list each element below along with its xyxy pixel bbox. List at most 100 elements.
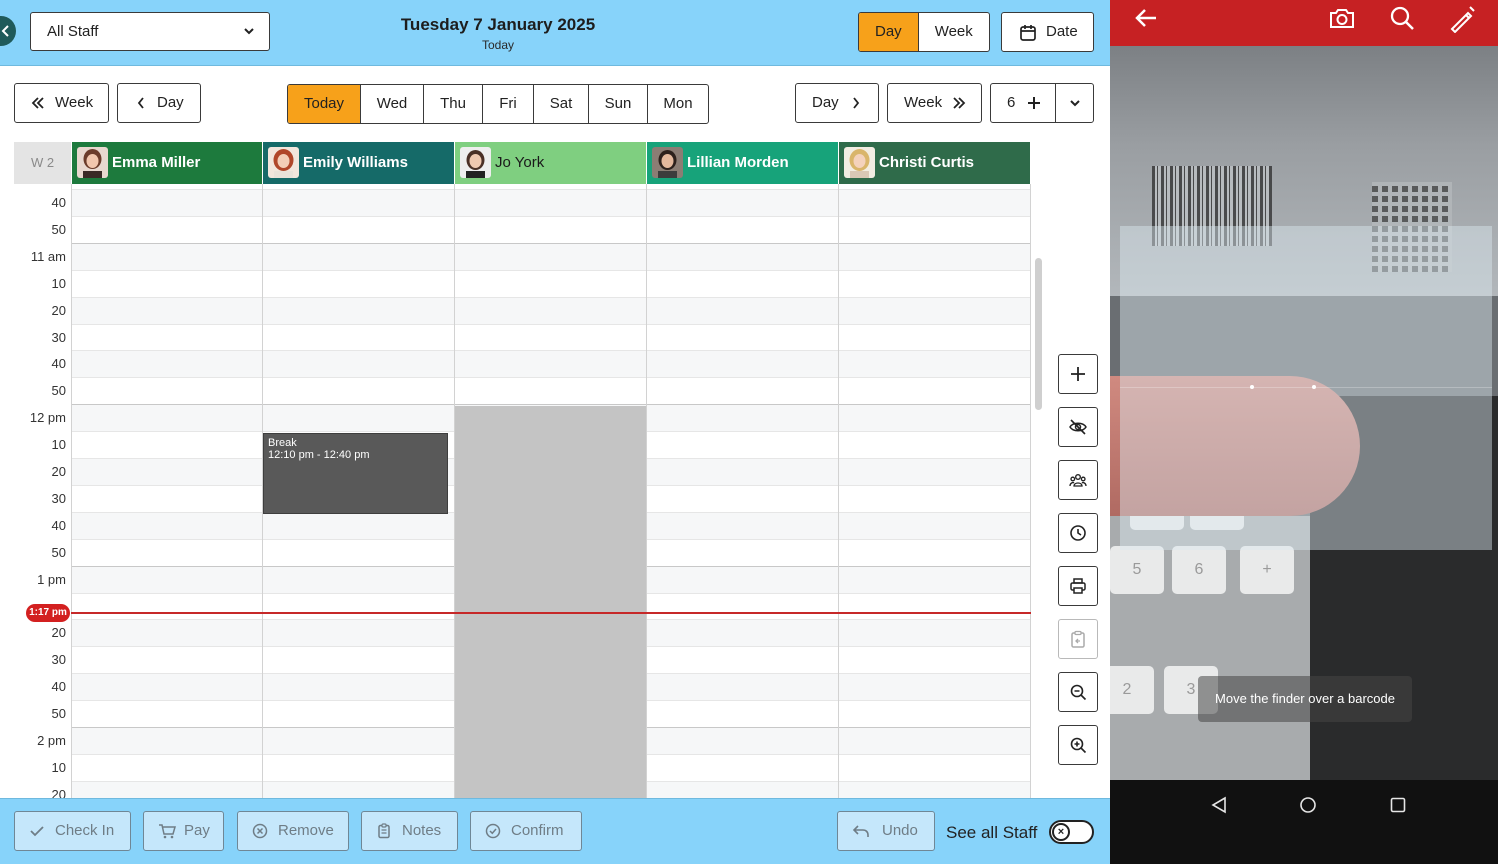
staff-column-header[interactable]: Emily Williams bbox=[263, 142, 454, 184]
columns-control[interactable]: 6 bbox=[990, 83, 1094, 123]
check-in-button[interactable]: Check In bbox=[14, 811, 131, 851]
time-label: 40 bbox=[51, 518, 66, 533]
add-appointment-button[interactable] bbox=[1058, 354, 1098, 394]
tab-mon[interactable]: Mon bbox=[648, 85, 708, 123]
time-slot-row[interactable] bbox=[14, 350, 1031, 377]
chevron-down-icon[interactable] bbox=[1069, 98, 1081, 108]
nav-back-icon[interactable] bbox=[1210, 796, 1228, 814]
x-circle-icon bbox=[252, 823, 268, 839]
time-label: 50 bbox=[51, 545, 66, 560]
date-subtitle: Today bbox=[481, 38, 515, 52]
time-label: 20 bbox=[51, 303, 66, 318]
scanner-toolbar bbox=[1110, 0, 1498, 46]
prev-day-label: Day bbox=[157, 94, 184, 111]
tab-wed[interactable]: Wed bbox=[361, 85, 424, 123]
plus-icon[interactable] bbox=[1027, 96, 1041, 110]
tab-sat[interactable]: Sat bbox=[534, 85, 589, 123]
staff-name: Jo York bbox=[495, 154, 545, 171]
time-label: 30 bbox=[51, 652, 66, 667]
cart-icon bbox=[159, 824, 176, 839]
next-day-label: Day bbox=[812, 94, 839, 111]
pay-button[interactable]: Pay bbox=[143, 811, 224, 851]
time-label: 50 bbox=[51, 222, 66, 237]
tab-sun[interactable]: Sun bbox=[589, 85, 648, 123]
android-nav-bar bbox=[1110, 780, 1498, 864]
time-label: 11 am bbox=[30, 249, 66, 264]
avatar bbox=[268, 147, 299, 178]
remove-button[interactable]: Remove bbox=[237, 811, 349, 851]
time-slot-row[interactable] bbox=[14, 189, 1031, 216]
back-button[interactable] bbox=[0, 16, 16, 46]
time-slot-row[interactable] bbox=[14, 377, 1031, 404]
break-appointment[interactable]: Break 12:10 pm - 12:40 pm bbox=[263, 433, 448, 514]
time-label: 50 bbox=[51, 706, 66, 721]
view-week-button[interactable]: Week bbox=[919, 13, 989, 51]
time-label: 50 bbox=[51, 383, 66, 398]
arrow-left-icon[interactable] bbox=[1134, 7, 1158, 29]
undo-button[interactable]: Undo bbox=[837, 811, 935, 851]
zoom-out-icon bbox=[1070, 684, 1087, 701]
staff-column-header[interactable]: Christi Curtis bbox=[839, 142, 1030, 184]
avatar bbox=[460, 147, 491, 178]
tab-today[interactable]: Today bbox=[288, 85, 361, 123]
nav-home-icon[interactable] bbox=[1299, 796, 1317, 814]
calendar-icon bbox=[1020, 25, 1036, 41]
prev-week-button[interactable]: Week bbox=[14, 83, 109, 123]
divider bbox=[454, 184, 455, 798]
scan-line bbox=[1120, 387, 1492, 388]
tab-thu[interactable]: Thu bbox=[424, 85, 483, 123]
staff-group-button[interactable] bbox=[1058, 460, 1098, 500]
staff-name: Christi Curtis bbox=[879, 154, 975, 171]
staff-column-header[interactable]: Lillian Morden bbox=[647, 142, 838, 184]
scanner-finder bbox=[1120, 226, 1492, 550]
view-day-button[interactable]: Day bbox=[859, 13, 919, 51]
nav-recents-icon[interactable] bbox=[1389, 796, 1407, 814]
unavailable-block bbox=[455, 406, 646, 798]
divider bbox=[1055, 84, 1056, 122]
time-slot-row[interactable] bbox=[14, 216, 1031, 243]
confirm-label: Confirm bbox=[511, 822, 564, 839]
time-label: 12 pm bbox=[29, 410, 66, 425]
staff-column-header[interactable]: Jo York bbox=[455, 142, 646, 184]
time-slot-row[interactable] bbox=[14, 243, 1031, 270]
next-week-button[interactable]: Week bbox=[887, 83, 982, 123]
users-icon bbox=[1069, 474, 1087, 487]
hide-button[interactable] bbox=[1058, 407, 1098, 447]
staff-column-header[interactable]: Emma Miller bbox=[72, 142, 262, 184]
wand-icon[interactable] bbox=[1448, 5, 1476, 33]
zoom-in-icon bbox=[1070, 737, 1087, 754]
time-label: 20 bbox=[51, 787, 66, 798]
notes-button[interactable]: Notes bbox=[361, 811, 458, 851]
confirm-button[interactable]: Confirm bbox=[470, 811, 582, 851]
paste-button[interactable] bbox=[1058, 619, 1098, 659]
camera-preview[interactable]: 8 9 5 6 + 2 3 Move the finder over a bar… bbox=[1110, 46, 1498, 780]
time-slot-row[interactable] bbox=[14, 324, 1031, 351]
staff-filter-select[interactable]: All Staff bbox=[30, 12, 270, 51]
search-icon[interactable] bbox=[1389, 5, 1415, 31]
time-slot-row[interactable] bbox=[14, 270, 1031, 297]
next-day-button[interactable]: Day bbox=[795, 83, 879, 123]
history-button[interactable] bbox=[1058, 513, 1098, 553]
camera-icon[interactable] bbox=[1328, 6, 1356, 30]
check-in-label: Check In bbox=[55, 822, 115, 839]
chevron-right-icon bbox=[853, 97, 860, 109]
tab-fri[interactable]: Fri bbox=[483, 85, 534, 123]
chevron-left-icon bbox=[137, 97, 144, 109]
time-label: 2 pm bbox=[37, 733, 66, 748]
see-all-staff-toggle[interactable]: × bbox=[1049, 820, 1094, 844]
current-time-line bbox=[71, 612, 1031, 614]
zoom-in-button[interactable] bbox=[1058, 725, 1098, 765]
pay-label: Pay bbox=[184, 822, 210, 839]
vertical-scrollbar[interactable] bbox=[1035, 258, 1042, 410]
break-time: 12:10 pm - 12:40 pm bbox=[268, 449, 370, 461]
staff-name: Lillian Morden bbox=[687, 154, 789, 171]
time-slot-row[interactable] bbox=[14, 297, 1031, 324]
time-label: 40 bbox=[51, 679, 66, 694]
print-button[interactable] bbox=[1058, 566, 1098, 606]
prev-day-button[interactable]: Day bbox=[117, 83, 201, 123]
bottom-action-bar: Check In Pay Remove Notes Confirm Undo S… bbox=[0, 798, 1110, 864]
plus-icon bbox=[1071, 367, 1085, 381]
staff-name: Emma Miller bbox=[112, 154, 201, 171]
zoom-out-button[interactable] bbox=[1058, 672, 1098, 712]
date-picker-button[interactable]: Date bbox=[1001, 12, 1094, 52]
